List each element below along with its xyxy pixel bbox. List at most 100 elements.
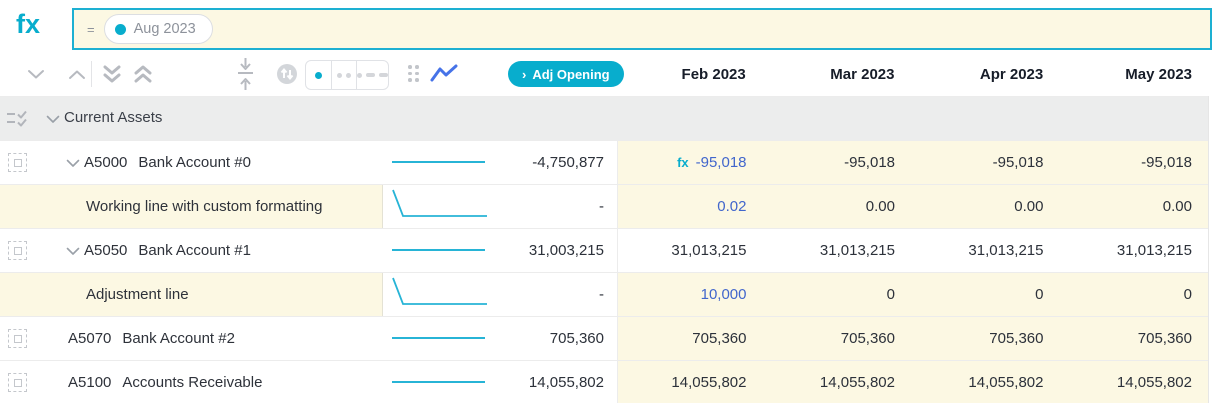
line-style-solid-dot-option[interactable] [306,61,331,89]
opening-value[interactable]: 14,055,802 [529,361,604,403]
sparkline-chart [388,229,493,272]
row-label[interactable]: Working line with custom formatting [0,185,383,228]
opening-value[interactable]: 705,360 [550,317,604,360]
double-chevron-up-icon[interactable] [133,65,153,84]
row-cells: 14,055,802 14,055,802 14,055,802 14,055,… [617,361,1212,403]
sparkline-cell: 14,055,802 [383,361,617,403]
adj-opening-button[interactable]: › Adj Opening [508,61,624,87]
rows-area: Current Assets A5000 Bank Account #0 -4,… [0,96,1212,403]
cell-feb[interactable]: 0.02 [618,185,767,228]
sparkline-chart [388,185,493,228]
row-label[interactable]: A5000 Bank Account #0 [0,141,383,184]
account-code: A5100 [68,374,111,391]
adj-opening-chevron: › [522,67,526,82]
opening-value[interactable]: - [599,185,604,228]
column-header-mar: Mar 2023 [766,52,915,96]
cell-apr[interactable]: -95,018 [915,141,1064,184]
sparkline-cell: 31,003,215 [383,229,617,272]
cell-mar[interactable]: -95,018 [767,141,916,184]
column-header-apr: Apr 2023 [915,52,1064,96]
sparkline-chart [388,361,493,403]
row-cells: fx -95,018 -95,018 -95,018 -95,018 [617,141,1212,184]
cell-may[interactable]: 31,013,215 [1064,229,1212,272]
account-code: A5070 [68,330,111,347]
cell-apr[interactable]: 0 [915,273,1064,316]
table-row-a5000: A5000 Bank Account #0 -4,750,877 fx -95,… [0,140,1212,184]
row-label[interactable]: A5070 Bank Account #2 [0,317,383,360]
row-cells: 31,013,215 31,013,215 31,013,215 31,013,… [617,229,1212,272]
working-line-label: Working line with custom formatting [86,198,322,215]
period-chip[interactable]: Aug 2023 [104,14,213,44]
cell-mar[interactable]: 705,360 [767,317,916,360]
equals-sign: = [87,22,95,37]
fx-logo: fx [16,9,40,40]
sparkline-cell: - [383,185,617,228]
toolbar: › Adj Opening Feb 2023 Mar 2023 Apr 2023… [0,52,1212,96]
row-label[interactable]: A5100 Accounts Receivable [0,361,383,403]
cell-may[interactable]: 0.00 [1064,185,1212,228]
column-headers: Feb 2023 Mar 2023 Apr 2023 May 2023 [617,52,1212,96]
double-chevron-down-icon[interactable] [102,65,122,84]
cell-apr[interactable]: 14,055,802 [915,361,1064,403]
merge-rows-icon[interactable] [236,57,255,91]
account-code: A5050 [84,242,127,259]
sparkline-cell: 705,360 [383,317,617,360]
opening-value[interactable]: -4,750,877 [532,141,604,184]
opening-value[interactable]: - [599,273,604,316]
cell-may[interactable]: 0 [1064,273,1212,316]
row-cells: 705,360 705,360 705,360 705,360 [617,317,1212,360]
next-column-edge [1208,96,1212,403]
formula-bar: fx = Aug 2023 [0,0,1212,52]
cell-apr[interactable]: 705,360 [915,317,1064,360]
column-header-feb: Feb 2023 [617,52,766,96]
cell-value: -95,018 [696,154,747,171]
table-row-a5050: A5050 Bank Account #1 31,003,215 31,013,… [0,228,1212,272]
sparkline-cell: -4,750,877 [383,141,617,184]
drag-handle-icon[interactable] [408,65,419,82]
cell-may[interactable]: 14,055,802 [1064,361,1212,403]
opening-value[interactable]: 31,003,215 [529,229,604,272]
fx-formula-icon: fx [677,155,689,170]
formula-input[interactable]: = Aug 2023 [72,8,1212,50]
row-cells: 10,000 0 0 0 [617,273,1212,316]
account-name: Bank Account #1 [138,242,251,259]
line-style-dots-option[interactable] [331,61,357,89]
cell-apr[interactable]: 31,013,215 [915,229,1064,272]
checklist-icon[interactable] [6,110,29,127]
table-row-a5100: A5100 Accounts Receivable 14,055,802 14,… [0,360,1212,403]
line-chart-icon[interactable] [430,63,458,85]
cell-mar[interactable]: 0.00 [767,185,916,228]
account-name: Bank Account #2 [122,330,235,347]
spreadsheet-app: fx = Aug 2023 [0,0,1212,403]
chevron-up-icon[interactable] [68,69,86,80]
cell-mar[interactable]: 14,055,802 [767,361,916,403]
row-cells: 0.02 0.00 0.00 0.00 [617,185,1212,228]
cell-feb[interactable]: 31,013,215 [618,229,767,272]
cell-may[interactable]: 705,360 [1064,317,1212,360]
cell-feb[interactable]: 705,360 [618,317,767,360]
account-code: A5000 [84,154,127,171]
chevron-down-icon[interactable] [27,69,45,80]
cell-feb[interactable]: fx -95,018 [618,141,767,184]
cell-feb[interactable]: 14,055,802 [618,361,767,403]
cell-may[interactable]: -95,018 [1064,141,1212,184]
account-name: Accounts Receivable [122,374,262,391]
line-style-dash-option[interactable] [356,61,388,89]
toolbar-divider [91,61,92,87]
row-label[interactable]: Adjustment line [0,273,383,316]
collapse-chevron-icon[interactable] [46,115,60,124]
swap-order-icon[interactable] [276,63,298,85]
adjustment-line-label: Adjustment line [86,286,189,303]
table-row-working-line: Working line with custom formatting - 0.… [0,184,1212,228]
group-label[interactable]: Current Assets [64,97,162,139]
period-dot-icon [115,24,126,35]
sparkline-chart [388,141,493,184]
cell-mar[interactable]: 31,013,215 [767,229,916,272]
account-name: Bank Account #0 [138,154,251,171]
row-label[interactable]: A5050 Bank Account #1 [0,229,383,272]
cell-apr[interactable]: 0.00 [915,185,1064,228]
table-row-a5070: A5070 Bank Account #2 705,360 705,360 70… [0,316,1212,360]
adj-opening-label: Adj Opening [532,67,609,82]
cell-mar[interactable]: 0 [767,273,916,316]
cell-feb[interactable]: 10,000 [618,273,767,316]
